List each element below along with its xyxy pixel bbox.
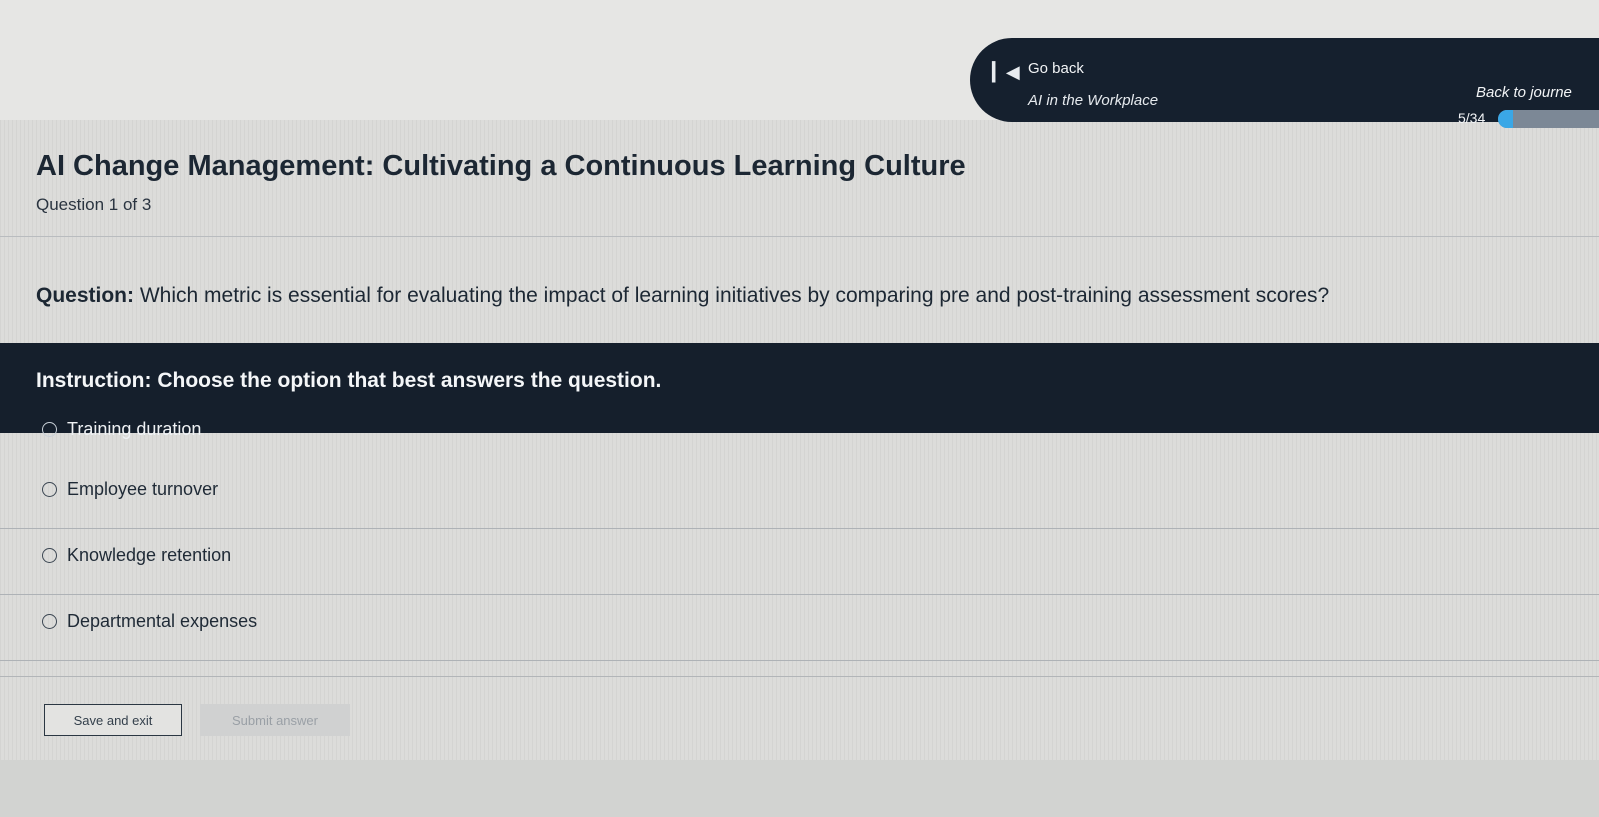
radio-button[interactable] (42, 482, 57, 497)
progress-count: 5/34 (1458, 110, 1486, 126)
option-divider (0, 660, 1599, 661)
progress-bar-fill (1498, 110, 1513, 128)
answer-option-label: Employee turnover (67, 479, 219, 499)
answer-option[interactable]: Knowledge retention (0, 529, 1599, 595)
course-navbar: ▎◀ Go back AI in the Workplace Back to j… (970, 38, 1599, 128)
submit-answer-button[interactable]: Submit answer (200, 704, 350, 736)
answer-option[interactable]: Employee turnover (0, 463, 1599, 529)
question-counter: Question 1 of 3 (36, 195, 152, 214)
answer-option-label: Departmental expenses (67, 611, 258, 631)
page-title: AI Change Management: Cultivating a Cont… (36, 150, 966, 182)
course-title: AI in the Workplace (1028, 92, 1159, 109)
bottom-band (0, 760, 1599, 817)
answer-option-label: Knowledge retention (67, 545, 232, 565)
progress-bar (1498, 110, 1599, 128)
question-prompt: Question: Which metric is essential for … (36, 284, 1329, 308)
radio-button[interactable] (42, 614, 57, 629)
question-label: Question: (36, 284, 134, 307)
answer-option-label: Training duration (67, 419, 202, 439)
footer-divider (0, 676, 1599, 677)
skip-back-icon[interactable]: ▎◀ (992, 62, 1020, 83)
back-to-journey-link[interactable]: Back to journe (1476, 84, 1572, 101)
instruction-text: Instruction: Choose the option that best… (36, 369, 662, 392)
radio-button[interactable] (42, 422, 57, 437)
answer-option[interactable]: Training duration (0, 405, 1599, 463)
title-divider (0, 236, 1599, 237)
question-body: Which metric is essential for evaluating… (139, 284, 1330, 307)
answer-option[interactable]: Departmental expenses (0, 595, 1599, 661)
radio-button[interactable] (42, 548, 57, 563)
save-and-exit-button[interactable]: Save and exit (44, 704, 182, 736)
answer-options: Training duration Employee turnover Know… (0, 405, 1599, 661)
go-back-link[interactable]: Go back (1028, 60, 1084, 77)
